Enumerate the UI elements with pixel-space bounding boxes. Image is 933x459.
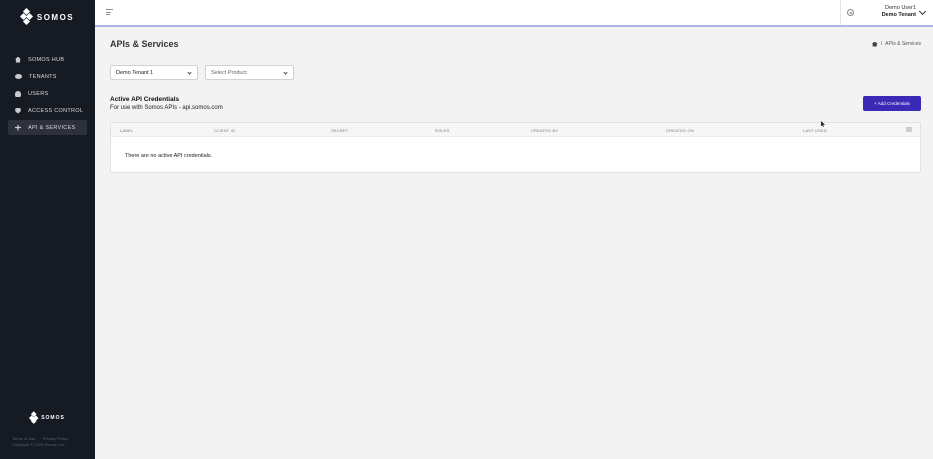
sidebar-item-somos-hub[interactable]: SOMOS HUB <box>8 52 87 67</box>
user-icon <box>15 90 21 97</box>
column-header-client-id[interactable]: CLIENT ID <box>214 128 235 133</box>
sidebar-item-label: TENANTS <box>29 73 57 80</box>
tenant-select-value: Demo Tenant 1 <box>116 69 154 76</box>
breadcrumb: / APIs & Services <box>871 41 921 47</box>
privacy-link[interactable]: Privacy Policy <box>43 436 68 441</box>
product-select-placeholder: Select Product <box>211 69 247 76</box>
user-menu[interactable]: Demo User1 Demo Tenant <box>882 5 916 18</box>
column-header-created-by[interactable]: CREATED BY <box>531 128 558 133</box>
sidebar-item-label: SOMOS HUB <box>28 56 65 63</box>
settings-icon[interactable] <box>847 9 854 16</box>
empty-state-message: There are no active API credentials. <box>125 153 213 159</box>
credentials-table: LABEL CLIENT ID SECRET ROLES CREATED BY … <box>110 122 921 173</box>
home-icon[interactable] <box>871 41 878 47</box>
table-header: LABEL CLIENT ID SECRET ROLES CREATED BY … <box>111 123 920 137</box>
sidebar-item-tenants[interactable]: TENANTS <box>8 69 87 84</box>
sidebar-item-access-control[interactable]: ACCESS CONTROL <box>8 103 87 118</box>
tenants-icon <box>15 74 22 79</box>
column-settings-icon[interactable] <box>906 127 912 132</box>
column-header-created-on[interactable]: CREATED ON <box>666 128 694 133</box>
chevron-down-icon <box>283 70 288 75</box>
sidebar-item-users[interactable]: USERS <box>8 86 87 101</box>
footer-logo-text: SOMOS <box>41 414 65 421</box>
tenant-select[interactable]: Demo Tenant 1 <box>110 65 198 80</box>
column-header-roles[interactable]: ROLES <box>435 128 450 133</box>
plug-icon <box>15 124 21 131</box>
chevron-down-icon[interactable] <box>918 7 927 16</box>
user-tenant: Demo Tenant <box>881 12 916 18</box>
page-title: APIs & Services <box>110 39 179 49</box>
somos-logo[interactable]: SOMOS <box>0 0 95 34</box>
topbar: Demo User1 Demo Tenant <box>95 0 933 27</box>
sidebar-item-label: API & SERVICES <box>28 124 76 131</box>
footer-links: Terms of Use Privacy Policy Copyright © … <box>12 436 74 448</box>
sidebar-item-label: USERS <box>28 90 49 97</box>
column-header-secret[interactable]: SECRET <box>331 128 348 133</box>
somos-logo-icon <box>19 7 33 26</box>
sidebar-item-label: ACCESS CONTROL <box>28 107 84 114</box>
sidebar: SOMOS SOMOS HUB TENANTS USERS ACCESS CON… <box>0 0 95 459</box>
home-icon <box>15 56 21 63</box>
copyright: Copyright © 2020 Somos, Inc. <box>12 442 66 447</box>
menu-icon[interactable] <box>106 9 113 15</box>
footer-logo: SOMOS <box>0 411 95 424</box>
divider <box>840 0 841 25</box>
user-name: Demo User1 <box>885 5 916 11</box>
shield-icon <box>15 107 21 114</box>
add-credentials-button[interactable]: + Add Credentials <box>863 96 921 111</box>
sidebar-item-api-services[interactable]: API & SERVICES <box>8 120 87 135</box>
breadcrumb-separator: / <box>880 41 883 47</box>
logo-text: SOMOS <box>36 12 75 22</box>
product-select[interactable]: Select Product <box>205 65 294 80</box>
terms-link[interactable]: Terms of Use <box>12 436 36 441</box>
column-header-label[interactable]: LABEL <box>120 128 133 133</box>
credentials-subtitle: For use with Somos APIs - api.somos.com <box>110 105 223 111</box>
credentials-title: Active API Credentials <box>110 96 180 103</box>
sidebar-nav: SOMOS HUB TENANTS USERS ACCESS CONTROL A… <box>0 50 95 137</box>
somos-logo-icon <box>29 411 39 424</box>
breadcrumb-current: APIs & Services <box>885 41 921 47</box>
chevron-down-icon <box>187 70 192 75</box>
column-header-last-used[interactable]: LAST USED <box>803 128 827 133</box>
